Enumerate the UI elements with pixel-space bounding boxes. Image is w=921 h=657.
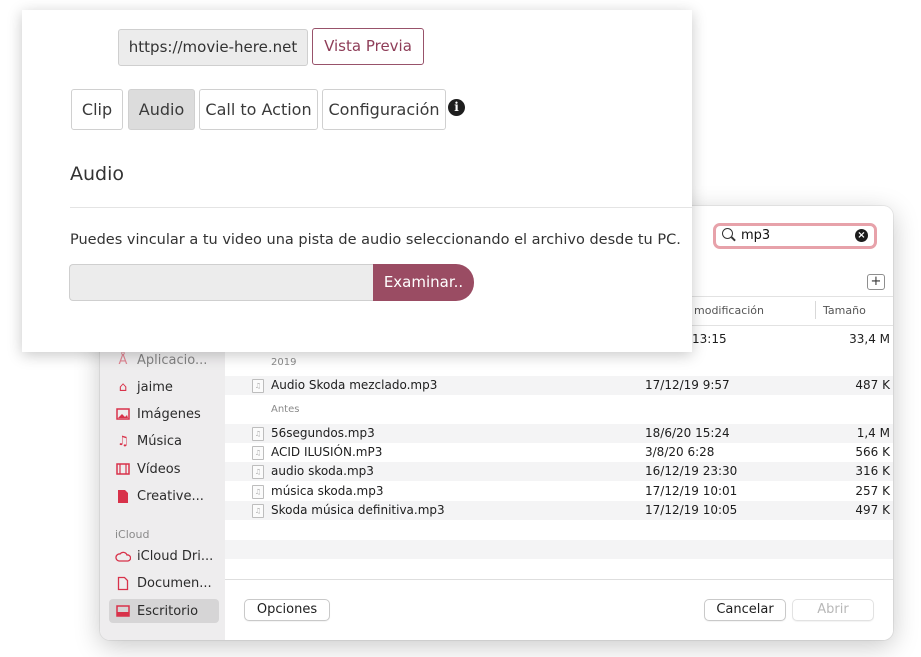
file-size: 257 K	[855, 484, 890, 498]
file-name: 56segundos.mp3	[271, 426, 375, 440]
sidebar-item-label: Música	[137, 433, 182, 449]
sidebar-item-label: Documen...	[137, 575, 212, 591]
sidebar-item-label: jaime	[137, 379, 173, 395]
sidebar-item-documents[interactable]: Documen...	[115, 572, 220, 594]
column-size[interactable]: Tamaño	[823, 304, 866, 317]
table-row[interactable]: ♫ audio skoda.mp3 16/12/19 23:30 316 K	[225, 462, 893, 481]
sidebar-item-label: Vídeos	[137, 461, 181, 477]
sidebar-item-label: Imágenes	[137, 406, 201, 422]
sidebar-item-label: Creative...	[137, 488, 204, 504]
videos-icon	[115, 461, 131, 477]
tab-audio[interactable]: Audio	[128, 89, 195, 130]
search-input[interactable]: mp3	[741, 228, 770, 243]
file-size: 33,4 M	[849, 332, 890, 346]
audio-file-icon: ♫	[252, 465, 264, 479]
table-row[interactable]: ♫ ACID ILUSIÓN.mP3 3/8/20 6:28 566 K	[225, 443, 893, 462]
sidebar-item-videos[interactable]: Vídeos	[115, 458, 220, 480]
search-field[interactable]: mp3 ×	[713, 223, 877, 249]
section-divider	[70, 207, 692, 208]
footer-divider	[225, 579, 893, 580]
table-row[interactable]: ♫ música skoda.mp3 17/12/19 10:01 257 K	[225, 482, 893, 501]
file-date: 18/6/20 15:24	[645, 426, 730, 440]
search-icon	[722, 228, 733, 239]
sidebar-section-icloud: iCloud	[115, 528, 150, 541]
info-icon[interactable]: i	[448, 99, 465, 116]
file-date: 17/12/19 9:57	[645, 378, 730, 392]
audio-file-icon: ♫	[252, 485, 264, 499]
audio-file-input[interactable]	[69, 264, 373, 301]
clear-icon[interactable]: ×	[855, 229, 868, 242]
column-separator[interactable]	[815, 301, 816, 319]
applications-icon: Å	[118, 352, 128, 368]
table-row[interactable]: ♫ Audio Skoda mezclado.mp3 17/12/19 9:57…	[225, 376, 893, 395]
audio-file-icon: ♫	[252, 427, 264, 441]
audio-file-icon: ♫	[252, 446, 264, 460]
sidebar-item-desktop[interactable]: Escritorio	[109, 599, 219, 623]
document-icon	[115, 575, 131, 591]
file-date: 17/12/19 10:01	[645, 484, 738, 498]
file-size: 487 K	[855, 378, 890, 392]
column-modified[interactable]: modificación	[694, 304, 764, 317]
cancel-button[interactable]: Cancelar	[704, 599, 786, 621]
table-row[interactable]: ♫ Skoda música definitiva.mp3 17/12/19 1…	[225, 501, 893, 520]
file-size: 566 K	[855, 445, 890, 459]
sidebar-item-creative[interactable]: Creative...	[115, 485, 220, 507]
music-icon: ♫	[117, 433, 129, 449]
file-date: 17/12/19 10:05	[645, 503, 738, 517]
tab-clip[interactable]: Clip	[71, 89, 123, 130]
browse-button[interactable]: Examinar..	[373, 264, 474, 301]
audio-file-icon: ♫	[252, 504, 264, 518]
file-date: 3/8/20 6:28	[645, 445, 715, 459]
file-name: música skoda.mp3	[271, 484, 384, 498]
empty-row	[225, 540, 893, 559]
sidebar-item-applications[interactable]: Å Aplicacio...	[115, 349, 220, 371]
document-icon	[115, 488, 131, 504]
section-title: Audio	[70, 163, 125, 185]
preview-button[interactable]: Vista Previa	[312, 28, 424, 65]
file-size: 1,4 M	[856, 426, 890, 440]
file-name: audio skoda.mp3	[271, 464, 374, 478]
file-name: Skoda música definitiva.mp3	[271, 503, 445, 517]
sidebar-item-icloud-drive[interactable]: iCloud Dri...	[115, 545, 220, 567]
tab-configuracion[interactable]: Configuración	[322, 89, 446, 130]
tab-call-to-action[interactable]: Call to Action	[199, 89, 318, 130]
group-header-2019: 2019	[271, 357, 297, 368]
table-row[interactable]: ♫ 56segundos.mp3 18/6/20 15:24 1,4 M	[225, 424, 893, 443]
pictures-icon	[115, 406, 131, 422]
sidebar-item-home[interactable]: ⌂ jaime	[115, 376, 220, 398]
options-button[interactable]: Opciones	[244, 599, 330, 621]
sidebar-item-label: Aplicacio...	[137, 352, 208, 368]
add-icon[interactable]: +	[867, 274, 885, 290]
audio-file-icon: ♫	[252, 379, 264, 393]
section-description: Puedes vincular a tu video una pista de …	[70, 232, 681, 248]
file-date: 13:15	[692, 332, 727, 346]
open-button[interactable]: Abrir	[792, 599, 874, 621]
desktop-icon	[115, 603, 131, 619]
sidebar-item-pictures[interactable]: Imágenes	[115, 403, 220, 425]
sidebar-item-label: Escritorio	[137, 603, 199, 619]
file-size: 497 K	[855, 503, 890, 517]
group-header-older: Antes	[271, 404, 300, 415]
home-icon: ⌂	[118, 379, 128, 395]
sidebar-item-music[interactable]: ♫ Música	[115, 430, 220, 452]
cloud-icon	[115, 548, 131, 564]
file-size: 316 K	[855, 464, 890, 478]
audio-settings-panel: https://movie-here.net Vista Previa Clip…	[22, 10, 692, 352]
sidebar-item-label: iCloud Dri...	[137, 548, 214, 564]
url-field[interactable]: https://movie-here.net	[118, 29, 308, 66]
file-name: ACID ILUSIÓN.mP3	[271, 445, 383, 459]
file-name: Audio Skoda mezclado.mp3	[271, 378, 438, 392]
file-date: 16/12/19 23:30	[645, 464, 738, 478]
